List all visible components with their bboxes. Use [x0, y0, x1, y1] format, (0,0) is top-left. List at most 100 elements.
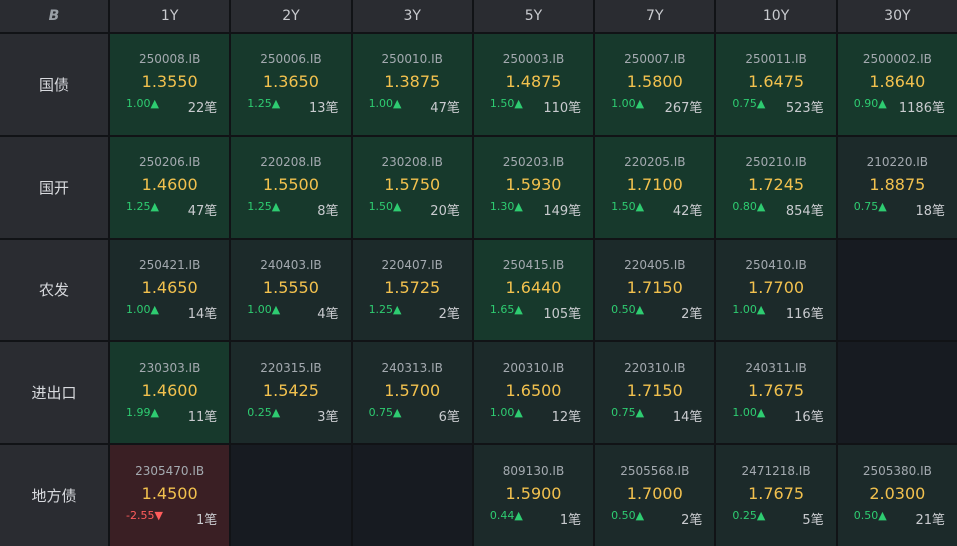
- quote-footer: 0.50▲ 2笔: [595, 509, 714, 528]
- trade-count: 2笔: [681, 512, 703, 528]
- tenor-header[interactable]: 2Y: [231, 0, 351, 32]
- quote-footer: 0.80▲ 854笔: [716, 200, 835, 219]
- quote-cell[interactable]: 250410.IB 1.7700 1.00▲ 116笔: [716, 239, 836, 341]
- quote-cell[interactable]: 250203.IB 1.5930 1.30▲ 149笔: [473, 136, 594, 238]
- quote-footer: 0.75▲ 18笔: [838, 200, 957, 219]
- quote-footer: 0.44▲ 1笔: [474, 509, 593, 528]
- quote-cell[interactable]: 2305470.IB 1.4500 -2.55▼ 1笔: [110, 445, 230, 546]
- quote-cell[interactable]: 240313.IB 1.5700 0.75▲ 6笔: [352, 342, 472, 444]
- bond-code: 200310.IB: [502, 360, 565, 375]
- trade-count: 42笔: [672, 204, 703, 220]
- quote-footer: 1.25▲ 13笔: [231, 97, 350, 116]
- yield-value: 1.3650: [262, 72, 319, 92]
- trade-count: 6笔: [438, 409, 460, 425]
- quote-cell[interactable]: 220205.IB 1.7100 1.50▲ 42笔: [595, 136, 715, 238]
- tenor-header[interactable]: 5Y: [473, 0, 594, 32]
- yield-value: 1.7675: [748, 483, 805, 503]
- quote-cell[interactable]: 2500002.IB 1.8640 0.90▲ 1186笔: [837, 34, 957, 135]
- trade-count: 3笔: [317, 409, 339, 425]
- quote-footer: -2.55▼ 1笔: [110, 509, 229, 528]
- change-value: 1.00▲: [732, 302, 766, 316]
- change-value: 0.50▲: [853, 508, 887, 522]
- bond-code: 230303.IB: [138, 360, 201, 375]
- quote-cell[interactable]: 220208.IB 1.5500 1.25▲ 8笔: [231, 136, 351, 238]
- change-value: 1.00▲: [489, 405, 523, 419]
- quote-cell[interactable]: 220315.IB 1.5425 0.25▲ 3笔: [231, 342, 351, 444]
- change-value: 0.75▲: [368, 405, 402, 419]
- tenor-header[interactable]: 3Y: [352, 0, 472, 32]
- change-value: 1.00▲: [368, 97, 402, 111]
- trade-count: 47笔: [187, 204, 218, 220]
- tenor-header[interactable]: 30Y: [837, 0, 957, 32]
- bond-code: 250006.IB: [260, 52, 322, 67]
- yield-value: 1.4500: [141, 483, 198, 503]
- quote-cell[interactable]: 2471218.IB 1.7675 0.25▲ 5笔: [716, 445, 836, 546]
- quote-cell[interactable]: 250007.IB 1.5800 1.00▲ 267笔: [595, 34, 715, 135]
- quote-cell[interactable]: 250011.IB 1.6475 0.75▲ 523笔: [716, 34, 836, 135]
- yield-value: 1.6440: [505, 277, 562, 297]
- quote-footer: 1.00▲ 47笔: [353, 97, 472, 116]
- quote-footer: 1.30▲ 149笔: [474, 200, 593, 219]
- trade-count: 22笔: [187, 101, 218, 117]
- tenor-header[interactable]: 7Y: [595, 0, 715, 32]
- quote-cell[interactable]: 230303.IB 1.4600 1.99▲ 11笔: [110, 342, 230, 444]
- bond-code: 250010.IB: [381, 52, 443, 67]
- quote-cell[interactable]: 210220.IB 1.8875 0.75▲ 18笔: [837, 136, 957, 238]
- change-value: 1.00▲: [126, 97, 159, 111]
- empty-cell: [837, 239, 957, 341]
- yield-value: 1.7700: [748, 277, 805, 297]
- quote-footer: 0.75▲ 523笔: [716, 97, 835, 116]
- yield-value: 1.5700: [384, 380, 441, 400]
- bond-code: 2505568.IB: [620, 463, 690, 478]
- quote-footer: 0.50▲ 21笔: [838, 509, 957, 528]
- quote-cell[interactable]: 220310.IB 1.7150 0.75▲ 14笔: [595, 342, 715, 444]
- yield-value: 1.4600: [141, 380, 198, 400]
- quote-cell[interactable]: 2505380.IB 2.0300 0.50▲ 21笔: [837, 445, 957, 546]
- trade-count: 2笔: [681, 306, 703, 322]
- quote-footer: 0.25▲ 5笔: [716, 509, 835, 528]
- bond-code: 2505380.IB: [862, 463, 932, 478]
- quote-footer: 1.00▲ 16笔: [716, 406, 835, 425]
- trade-count: 110笔: [543, 101, 582, 117]
- change-value: 0.50▲: [611, 508, 645, 522]
- change-value: 0.25▲: [732, 508, 766, 522]
- bond-code: 250007.IB: [624, 52, 686, 67]
- quote-cell[interactable]: 250210.IB 1.7245 0.80▲ 854笔: [716, 136, 836, 238]
- quote-footer: 0.75▲ 6笔: [353, 406, 472, 425]
- yield-value: 1.3550: [141, 72, 198, 92]
- quote-cell[interactable]: 250003.IB 1.4875 1.50▲ 110笔: [473, 34, 594, 135]
- quote-footer: 1.25▲ 8笔: [231, 200, 350, 219]
- trade-count: 854笔: [785, 204, 824, 220]
- trade-count: 149笔: [543, 204, 582, 220]
- tenor-header[interactable]: 1Y: [110, 0, 230, 32]
- bond-code: 220205.IB: [624, 155, 686, 170]
- quote-footer: 1.00▲ 12笔: [474, 406, 593, 425]
- quote-cell[interactable]: 809130.IB 1.5900 0.44▲ 1笔: [473, 445, 594, 546]
- bond-code: 250003.IB: [502, 52, 565, 67]
- quote-cell[interactable]: 220407.IB 1.5725 1.25▲ 2笔: [352, 239, 472, 341]
- bond-type-label: 国债: [0, 34, 108, 135]
- trade-count: 47笔: [430, 101, 460, 117]
- bond-code: 250008.IB: [138, 52, 201, 67]
- trade-count: 18笔: [915, 204, 945, 220]
- yield-value: 1.5725: [384, 277, 441, 297]
- quote-cell[interactable]: 240403.IB 1.5550 1.00▲ 4笔: [231, 239, 351, 341]
- bond-code: 250410.IB: [745, 257, 807, 272]
- quote-cell[interactable]: 250206.IB 1.4600 1.25▲ 47笔: [110, 136, 230, 238]
- quote-cell[interactable]: 200310.IB 1.6500 1.00▲ 12笔: [473, 342, 594, 444]
- quote-cell[interactable]: 250415.IB 1.6440 1.65▲ 105笔: [473, 239, 594, 341]
- corner-cell: B: [0, 0, 108, 32]
- quote-cell[interactable]: 250008.IB 1.3550 1.00▲ 22笔: [110, 34, 230, 135]
- quote-cell[interactable]: 230208.IB 1.5750 1.50▲ 20笔: [352, 136, 472, 238]
- quote-cell[interactable]: 250006.IB 1.3650 1.25▲ 13笔: [231, 34, 351, 135]
- quote-cell[interactable]: 240311.IB 1.7675 1.00▲ 16笔: [716, 342, 836, 444]
- quote-cell[interactable]: 250010.IB 1.3875 1.00▲ 47笔: [352, 34, 472, 135]
- quote-cell[interactable]: 220405.IB 1.7150 0.50▲ 2笔: [595, 239, 715, 341]
- bond-type-label: 地方债: [0, 445, 108, 546]
- quote-cell[interactable]: 2505568.IB 1.7000 0.50▲ 2笔: [595, 445, 715, 546]
- trade-count: 116笔: [785, 306, 824, 322]
- yield-value: 1.6475: [748, 72, 805, 92]
- yield-value: 2.0300: [869, 483, 926, 503]
- tenor-header[interactable]: 10Y: [716, 0, 836, 32]
- quote-cell[interactable]: 250421.IB 1.4650 1.00▲ 14笔: [110, 239, 230, 341]
